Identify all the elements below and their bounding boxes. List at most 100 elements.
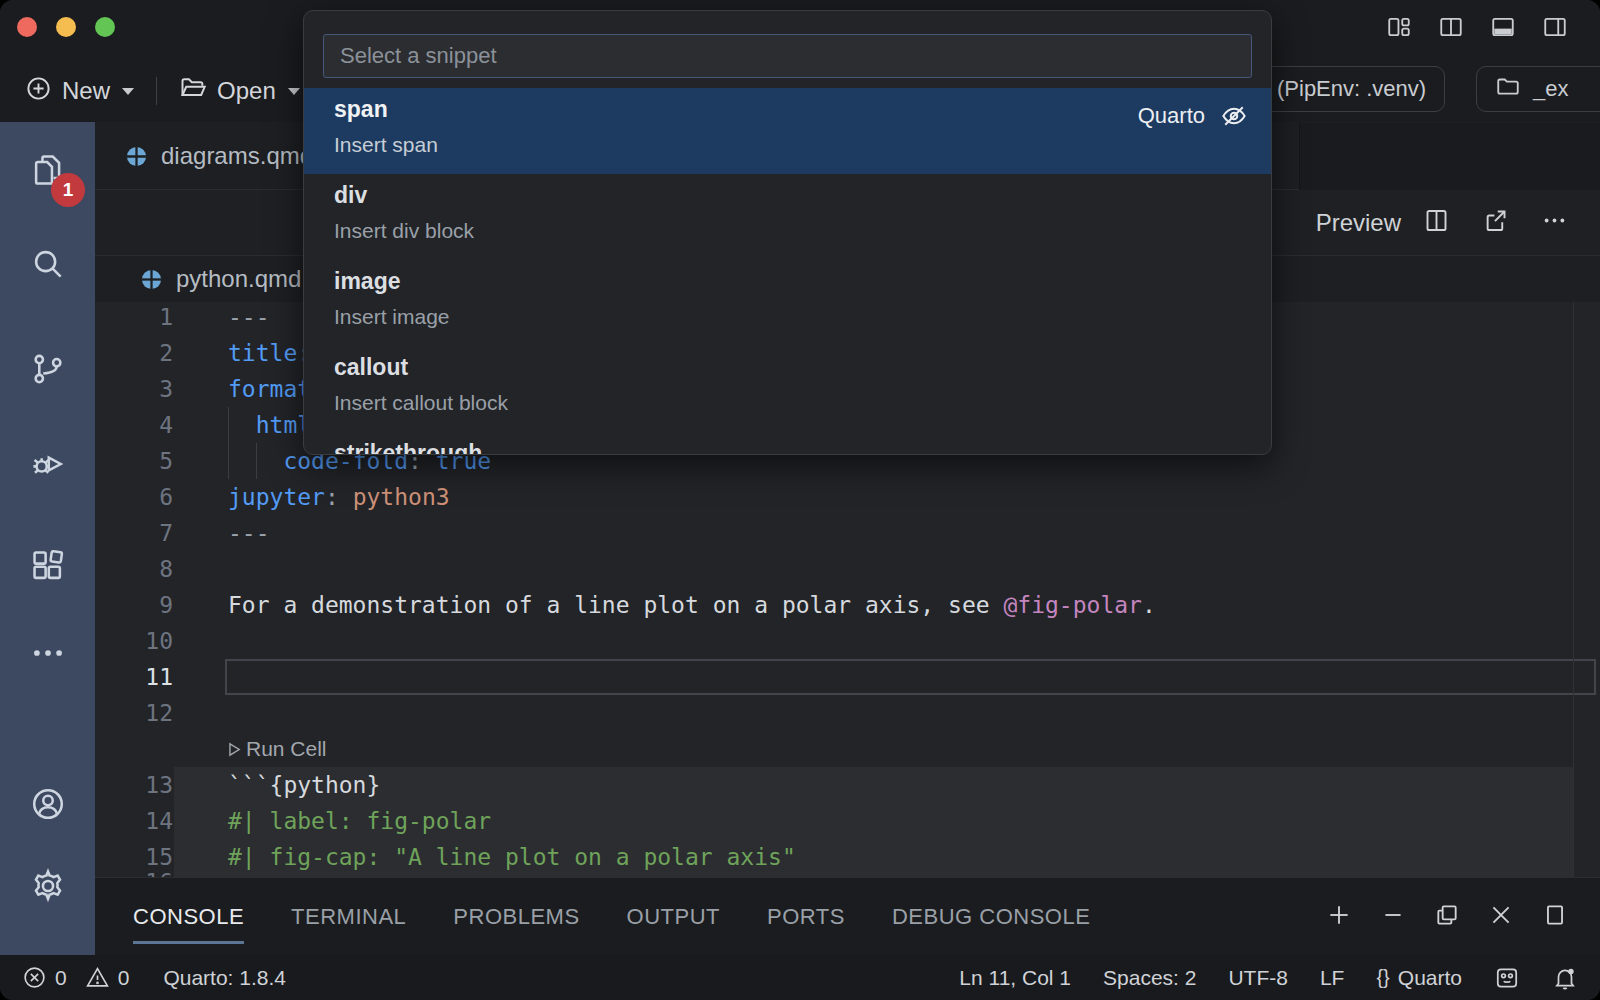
panel-maximize-icon[interactable] [1542,902,1568,932]
line-number: 3 [95,371,173,407]
panel-tab-ports[interactable]: PORTS [767,878,845,956]
chevron-down-icon [122,88,134,95]
editor-line-7[interactable]: 7--- [95,515,1600,551]
panel-tab-problems[interactable]: PROBLEMS [453,878,579,956]
editor-line-10[interactable]: 10 [95,623,1600,659]
code-token: title [228,340,297,366]
code-token: format [228,376,311,402]
line-number: 5 [95,443,173,479]
code-token: For a demonstration of a line plot on a … [228,592,1003,618]
quickpick-item-strikethrough[interactable]: strikethrough [304,432,1271,455]
more-actions-icon[interactable] [1541,207,1568,238]
source-control-icon[interactable] [29,350,67,392]
quickpick-list: spanInsert spanQuartodivInsert div block… [304,88,1271,454]
tab-label: diagrams.qmd [161,142,313,170]
customize-layout-icon[interactable] [1386,14,1412,44]
errors-icon[interactable] [22,965,47,990]
line-number: 8 [95,551,173,587]
quickpick-item-image[interactable]: imageInsert image [304,260,1271,346]
tab-label: python.qmd [176,265,301,293]
quickpick-input[interactable]: Select a snippet [323,34,1252,78]
feedback-icon[interactable] [1494,965,1520,991]
line-number: 10 [95,623,173,659]
line-number: 6 [95,479,173,515]
panel-restore-icon[interactable] [1434,902,1460,932]
tab-diagrams-qmd[interactable]: diagrams.qmd [125,122,313,190]
editor-line-13[interactable]: 13```{python} [95,767,1600,803]
line-number: 11 [95,659,173,695]
editor-line-14[interactable]: 14#| label: fig-polar [95,803,1600,839]
warnings-icon[interactable] [85,965,110,990]
eye-slash-icon[interactable] [1219,101,1249,131]
panel-minimize-icon[interactable] [1380,902,1406,932]
search-icon[interactable] [29,245,67,287]
extensions-icon[interactable] [29,547,67,589]
line-number-16: 16 [95,867,173,877]
minimize-window-button[interactable] [56,17,76,37]
panel-tab-terminal[interactable]: TERMINAL [291,878,406,956]
quarto-version[interactable]: Quarto: 1.8.4 [163,966,286,990]
code-token: --- [228,304,270,330]
code-token: ```{python} [228,772,380,798]
indentation[interactable]: Spaces: 2 [1103,966,1196,990]
settings-gear-icon[interactable] [29,867,67,909]
panel-plus-icon[interactable] [1326,902,1352,932]
editor-line-11[interactable]: 11 [95,659,1600,695]
line-number: 2 [95,335,173,371]
editor-line-12[interactable]: 12 [95,695,1600,731]
notifications-bell-icon[interactable] [1552,965,1578,991]
toggle-panel-icon[interactable] [1490,14,1516,44]
editor-line-15[interactable]: 15#| fig-cap: "A line plot on a polar ax… [95,839,1600,875]
quarto-file-icon [125,145,148,168]
new-button[interactable]: New [25,75,134,108]
panel-tabbar: CONSOLE TERMINAL PROBLEMS OUTPUT PORTS DEBUG … [95,877,1600,955]
tabbar-empty-space [1300,123,1600,190]
braces-icon: {} [1376,966,1389,989]
status-bar: 0 0 Quarto: 1.8.4 Ln 11, Col 1 Spaces: 2… [0,955,1600,1000]
split-editor-icon[interactable] [1438,14,1464,44]
quickpick-item-label: callout [334,352,408,382]
code-token: : [325,484,353,510]
run-cell-codelens[interactable]: Run Cell [225,731,327,767]
tab-python-qmd[interactable]: python.qmd [140,256,301,302]
quickpick-item-label: span [334,94,388,124]
eol-sequence[interactable]: LF [1320,966,1345,990]
zoom-window-button[interactable] [95,17,115,37]
run-debug-icon[interactable] [29,445,67,487]
language-label: Quarto [1398,966,1462,990]
explorer-badge: 1 [51,173,85,207]
errors-count[interactable]: 0 [55,966,67,990]
panel-tab-console[interactable]: CONSOLE [133,878,244,956]
panel-tab-output[interactable]: OUTPUT [627,878,720,956]
split-editor-icon[interactable] [1423,207,1450,238]
quickpick-item-span[interactable]: spanInsert spanQuarto [304,88,1271,174]
quickpick-item-div[interactable]: divInsert div block [304,174,1271,260]
line-number: 1 [95,302,173,335]
warnings-count[interactable]: 0 [118,966,130,990]
panel-close-icon[interactable] [1488,902,1514,932]
quickpick-item-description: Insert image [334,303,450,331]
open-button[interactable]: Open [179,74,300,108]
new-icon [25,75,52,108]
code-token: @fig-polar [1003,592,1141,618]
language-mode[interactable]: {} Quarto [1376,966,1462,990]
open-external-icon[interactable] [1482,207,1509,238]
preview-button[interactable]: Preview [1316,209,1401,237]
panel-tab-debug-console[interactable]: DEBUG CONSOLE [892,878,1090,956]
cursor-position[interactable]: Ln 11, Col 1 [959,966,1071,990]
editor-line-9[interactable]: 9For a demonstration of a line plot on a… [95,587,1600,623]
quickpick-item-callout[interactable]: calloutInsert callout block [304,346,1271,432]
account-icon[interactable] [29,785,67,827]
more-icon[interactable] [29,634,67,676]
open-folder-icon [179,74,207,108]
editor-line-6[interactable]: 6jupyter: python3 [95,479,1600,515]
close-window-button[interactable] [17,17,37,37]
workspace-selector[interactable]: _ex [1476,66,1600,112]
toggle-secondary-sidebar-icon[interactable] [1542,14,1568,44]
encoding[interactable]: UTF-8 [1228,966,1288,990]
code-token: #| fig-cap: "A line plot on a polar axis… [228,844,796,870]
interpreter-selector[interactable]: (PipEnv: .venv) [1258,66,1445,112]
quickpick-item-label: div [334,180,367,210]
editor-line-8[interactable]: 8 [95,551,1600,587]
line-number: 7 [95,515,173,551]
